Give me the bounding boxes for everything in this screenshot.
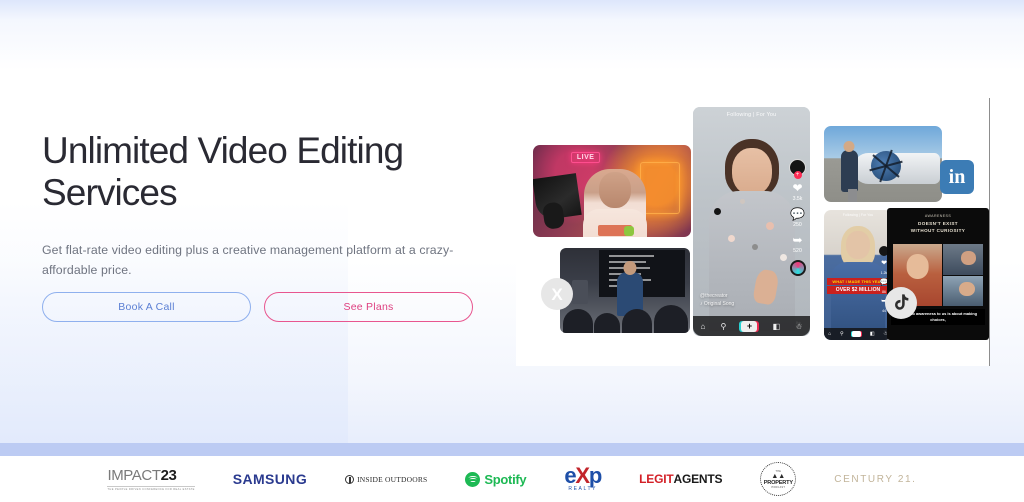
compass-icon [345,474,355,484]
creator-avatar[interactable] [789,159,806,176]
podcast-title-eyebrow: AWARENESS [924,214,952,218]
podcast-host-head [599,171,632,208]
video-card-podcast-grid[interactable]: AWARENESS DOESN'T EXIST WITHOUT CURIOSIT… [887,208,989,340]
search-icon[interactable]: ⚲ [840,331,844,337]
logo-exp-e: e [564,462,576,488]
logo-property-ring [760,462,797,496]
creator2-face [846,230,870,259]
phone-video-meta: @thecreator ♪ Original Song [700,293,734,308]
like-action[interactable]: ❤ 3.5k [792,181,803,203]
book-a-call-button[interactable]: Book A Call [42,292,251,322]
comment-icon: 💬 [790,207,805,221]
person-by-plane [840,150,858,202]
microphone-icon [533,173,582,231]
phone-bottom-nav: ⌂ ⚲ ◧ ☃ [693,316,810,336]
logo-impact23-word: IMPACT [107,466,161,484]
heart-icon: ❤ [792,181,803,195]
live-neon-sign: LIVE [570,152,601,164]
microphone-head [541,201,566,231]
search-icon[interactable]: ⚲ [721,322,727,331]
podcast-host-shirt [583,208,648,237]
inbox-icon[interactable]: ◧ [870,331,875,337]
video-card-airplane[interactable] [824,126,942,202]
comment-count: 86 [882,290,886,295]
phone-action-rail: ❤ 3.5k 💬 250 ➥ 520 [789,159,806,276]
page-title: Unlimited Video Editing Services [42,130,404,213]
share-count: 520 [793,248,802,254]
logo-property: THE ▲▲ PROPERTY PODCAST [760,462,797,496]
panel-vertical-divider [989,98,990,366]
video-card-live-podcast[interactable]: LIVE [533,145,691,237]
podcast-host [583,168,648,237]
logo-exp-x: X [575,462,590,488]
video-card-conference-talk[interactable] [560,248,690,333]
logo-legit-part1: LEGIT [639,472,674,486]
logo-century21: CENTURY 21. [834,473,917,485]
create-icon[interactable] [852,331,862,337]
logo-impact23-tagline: THE PEOPLE DRIVEN CONFERENCE FOR REAL ES… [107,485,195,491]
creator-username[interactable]: @thecreator [700,293,734,301]
podcast-title-line-2: WITHOUT CURIOSITY [910,228,966,234]
logo-inside-outdoors-text: INSIDE OUTDOORS [357,474,428,484]
phone2-top-tabs[interactable]: Following | For You [824,213,892,217]
create-icon[interactable] [741,320,758,332]
video-card-tiktok-secondary[interactable]: Following | For You WHAT I MADE THIS YEA… [824,210,892,340]
comment-count: 250 [793,222,802,228]
logo-spotify-text: Spotify [484,471,527,487]
client-logo-strip: IMPACT23 THE PEOPLE DRIVEN CONFERENCE FO… [0,456,1024,502]
logo-inside-outdoors: INSIDE OUTDOORS [345,462,427,496]
linkedin-social-badge[interactable]: in [940,160,974,194]
x-social-badge[interactable]: X [541,278,573,310]
phone2-bottom-nav: ⌂ ⚲ ◧ ☃ [824,328,892,340]
airplane-propeller [869,149,903,183]
logo-exp-p: p [588,462,602,488]
audience [560,295,690,333]
tiktok-social-badge[interactable] [885,287,917,319]
profile-icon[interactable]: ☃ [795,322,802,331]
podcast-title-line-1: DOESN'T EXIST [918,220,958,226]
participant-3 [943,275,983,306]
like-count: 3.5k [792,196,803,202]
hero-cta-row: Book A Call See Plans [42,292,473,322]
share-action[interactable]: ➥ 520 [792,233,803,255]
logo-impact23-year: 23 [160,466,177,484]
linkedin-icon: in [948,166,966,188]
video-card-tiktok-main[interactable]: Following | For You ❤ 3.5k 💬 250 ➥ 520 [693,107,810,336]
x-icon: X [551,284,563,304]
logo-spotify: Spotify [465,462,527,496]
logo-samsung: SAMSUNG [232,471,308,487]
hero-section: Unlimited Video Editing Services Get fla… [0,10,1024,445]
home-icon[interactable]: ⌂ [701,322,706,331]
see-plans-button[interactable]: See Plans [264,292,473,322]
tiktok-icon [894,294,908,310]
music-title[interactable]: ♪ Original Song [700,301,734,309]
spotify-icon [465,471,481,487]
phone-top-tabs[interactable]: Following | For You [693,112,810,118]
podcast-title-overlay: AWARENESS DOESN'T EXIST WITHOUT CURIOSIT… [887,214,989,234]
logo-impact23: IMPACT23 THE PEOPLE DRIVEN CONFERENCE FO… [107,462,195,496]
hero-copy: Unlimited Video Editing Services Get fla… [42,130,492,280]
shirt-badge-icon [623,225,634,236]
music-disc-icon[interactable] [789,260,806,276]
share-count: 44 [882,309,886,314]
hero-subcopy: Get flat-rate video editing plus a creat… [42,242,454,277]
share-icon: ➥ [792,233,803,247]
participant-2 [943,244,983,275]
logo-legitagents: LEGIT AGENTS [639,462,722,496]
home-icon[interactable]: ⌂ [828,331,831,337]
logo-exp-realty: eXp REALTY [564,462,602,496]
comment-action[interactable]: 💬 250 [790,207,805,229]
media-collage-panel: LIVE Following | For You + ❤ 3.5k 💬 250 … [516,98,990,366]
logo-legit-part2: AGENTS [673,472,723,486]
inbox-icon[interactable]: ◧ [773,322,781,331]
section-divider-band [0,443,1024,456]
